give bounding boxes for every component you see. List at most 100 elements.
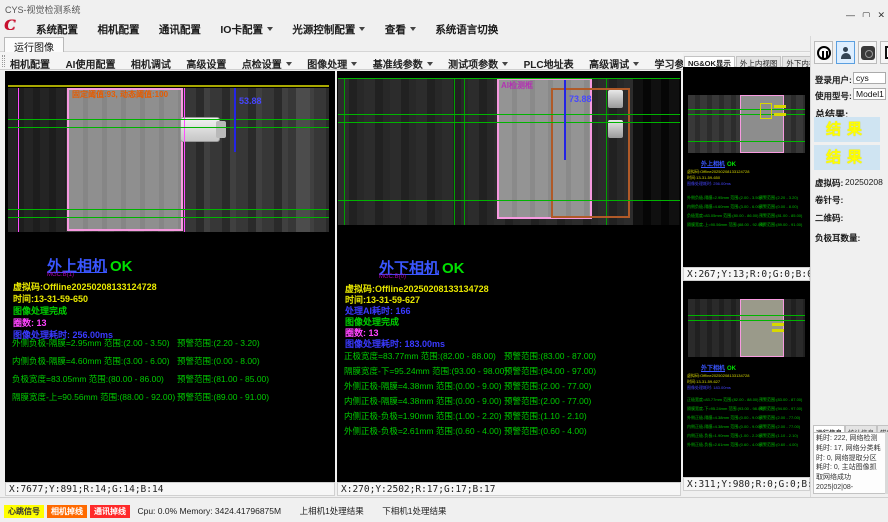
app-logo-icon: C: [4, 17, 15, 35]
menu-bar: C 系统配置 相机配置 通讯配置 IO卡配置 光源控制配置 查看 系统语言切换: [0, 17, 888, 36]
measure-row: 外侧正极-负极=2.61mm 范围:(0.60 - 4.00) 预警范围:(0.…: [344, 425, 679, 437]
comm-offline-badge: 通讯掉线: [90, 505, 130, 518]
mini-yellow-tag: [774, 105, 786, 108]
mini-green-line: [688, 315, 805, 316]
measure-row: 内侧正极-隔膜=4.38mm 范围:(0.00 - 9.00) 预警范围:(2.…: [344, 395, 679, 407]
image-dark-region: [633, 78, 680, 225]
tab-row: 运行图像: [0, 36, 810, 52]
camera-offline-badge: 相机掉线: [47, 505, 87, 518]
menu-io-config[interactable]: IO卡配置: [220, 22, 273, 37]
green-measure-line: [338, 78, 680, 79]
upper-camera-viewport[interactable]: 53.88 固定阈值:93, 动态阈值:100 外上相机OK MGC:B(1) …: [5, 71, 335, 482]
thumbnail-image: [688, 299, 805, 357]
mini-green-line: [688, 114, 805, 115]
green-measure-line: [8, 209, 329, 210]
mini-measure-row: 负极宽度=83.05mm 范围:(80.00 - 86.00) 预警范围:(81…: [687, 213, 808, 219]
mini-measure-row: 正极宽度=83.77mm 范围:(82.00 - 88.00) 预警范围:(83…: [687, 397, 808, 403]
tool-advanced-debug[interactable]: 高级调试: [589, 56, 639, 71]
pixel-coordinate-readout: X:7677;Y:891;R:14;G:14;B:14: [5, 482, 335, 496]
toolbar-grip[interactable]: [2, 55, 5, 67]
measure-row: 外侧负极-隔膜=2.95mm 范围:(2.00 - 3.50) 预警范围:(2.…: [12, 337, 333, 349]
warning-range: 预警范围:(81.00 - 85.00): [177, 373, 269, 385]
measure-row: 负极宽度=83.05mm 范围:(80.00 - 86.00) 预警范围:(81…: [12, 373, 333, 385]
warning-range: 预警范围:(0.60 - 4.00): [504, 425, 587, 437]
login-user-field[interactable]: cys: [853, 72, 886, 84]
thumbnail-tabs: NG&OK显示外上内视图外下内视图: [683, 53, 810, 67]
tool-test-params[interactable]: 测试项参数: [448, 56, 508, 71]
green-guide-line: [344, 78, 345, 225]
warning-range: 预警范围:(2.00 - 77.00): [504, 395, 591, 407]
mini-measure-row: 内侧正极-隔膜=4.38mm 范围:(0.00 - 9.00) 预警范围:(2.…: [687, 424, 808, 430]
pause-icon: [817, 46, 831, 60]
menu-comm-config[interactable]: 通讯配置: [159, 22, 201, 37]
green-measure-line: [338, 114, 680, 115]
mini-green-line: [688, 109, 805, 110]
qr-code-label: 二维码:: [815, 212, 843, 224]
menu-system-config[interactable]: 系统配置: [36, 22, 78, 37]
measure-row: 正极宽度=83.77mm 范围:(82.00 - 88.00) 预警范围:(83…: [344, 350, 679, 362]
connector-object: [180, 117, 220, 142]
blue-measure-line: [234, 88, 236, 152]
tool-ai-usage-config[interactable]: AI使用配置: [65, 56, 115, 71]
tool-spot-check[interactable]: 点检设置: [242, 56, 292, 71]
user-login-button[interactable]: [836, 41, 855, 64]
run-log-text[interactable]: 耗时: 222, 网络检测耗时: 17, 网络分类耗时: 0, 网络提取分区耗时…: [813, 432, 886, 494]
tool-camera-config[interactable]: 相机配置: [10, 56, 50, 71]
measure-value: 外侧正极-隔膜=4.38mm 范围:(0.00 - 9.00): [344, 381, 502, 391]
result-badge-lower: 结果: [814, 145, 880, 170]
measure-value: 内侧正极-隔膜=4.38mm 范围:(0.00 - 9.00): [344, 396, 502, 406]
lower-camera-viewport[interactable]: 73.88 AI检测框 外下相机OK MGC:B(0) 虚拟码:Offline2…: [337, 71, 681, 482]
mini-yellow-box: [760, 103, 772, 119]
warning-range: 预警范围:(2.20 - 3.20): [177, 337, 260, 349]
result-badge-upper: 结果: [814, 117, 880, 142]
mini-process-time: 图像处理耗时: 183.00ms: [687, 385, 731, 391]
warning-range: 预警范围:(2.00 - 77.00): [504, 380, 591, 392]
mini-yellow-tag: [772, 323, 784, 326]
upper-camera-image[interactable]: 53.88 固定阈值:93, 动态阈值:100: [8, 88, 329, 232]
measure-row: 外侧正极-隔膜=4.38mm 范围:(0.00 - 9.00) 预警范围:(2.…: [344, 380, 679, 392]
winding-needle-label: 卷针号:: [815, 194, 843, 206]
menu-light-config[interactable]: 光源控制配置: [292, 22, 365, 37]
camera-monitor-button[interactable]: [858, 41, 877, 64]
title-bar: CYS-视觉检测系统 — ▢ ✕: [0, 0, 888, 17]
model-field[interactable]: Model1: [853, 88, 886, 100]
camera-icon: [861, 46, 875, 60]
pause-button[interactable]: [814, 41, 833, 64]
menu-view[interactable]: 查看: [385, 22, 416, 37]
measure-value: 负极宽度=83.05mm 范围:(80.00 - 86.00): [12, 374, 164, 384]
pixel-coordinate-readout: X:270;Y:2502;R:17;G:17;B:17: [337, 482, 681, 496]
green-measure-line: [8, 119, 329, 120]
menu-camera-config[interactable]: 相机配置: [97, 22, 139, 37]
mini-measure-row: 隔膜宽度-下=95.24mm 范围:(93.00 - 98.00) 预警范围:(…: [687, 406, 808, 412]
tool-camera-debug[interactable]: 相机调试: [131, 56, 171, 71]
tool-baseline-params[interactable]: 基准线参数: [373, 56, 433, 71]
measure-row: 隔膜宽度-下=95.24mm 范围:(93.00 - 98.00) 预警范围:(…: [344, 365, 679, 377]
menu-language-switch[interactable]: 系统语言切换: [435, 22, 498, 37]
warning-range: 预警范围:(0.00 - 8.00): [177, 355, 260, 367]
mini-measure-row: 外侧正极-负极=2.61mm 范围:(0.60 - 4.00) 预警范围:(0.…: [687, 442, 808, 448]
threshold-label: 固定阈值:93, 动态阈值:100: [72, 89, 168, 100]
cpu-memory-text: Cpu: 0.0% Memory: 3424.41796875M: [137, 506, 281, 516]
tool-image-processing[interactable]: 图像处理: [307, 56, 357, 71]
lower-camera-image[interactable]: 73.88 AI检测框: [338, 78, 680, 225]
negative-tab-count-label: 负极耳数量:: [815, 232, 860, 244]
measure-value: 隔膜宽度-下=95.24mm 范围:(93.00 - 98.00): [344, 366, 507, 376]
status-bar: 心跳信号相机掉线通讯掉线 Cpu: 0.0% Memory: 3424.4179…: [0, 497, 888, 522]
image-dark-region: [8, 88, 66, 232]
measure-row: 内侧负极-隔膜=4.60mm 范围:(3.00 - 6.00) 预警范围:(0.…: [12, 355, 333, 367]
green-guide-line: [464, 78, 465, 225]
upper-camera-thumbnail[interactable]: 外上相机OK 虚拟码:Offline20250208133124728 时间:1…: [683, 67, 810, 267]
tool-plc-address[interactable]: PLC地址表: [524, 56, 574, 71]
measure-row: 隔膜宽度-上=90.56mm 范围:(88.00 - 92.00) 预警范围:(…: [12, 391, 333, 403]
thumbnail-image: [688, 95, 805, 153]
mgc-label: MGC:B(1): [47, 272, 74, 278]
mini-measure-row: 外侧正极-隔膜=4.38mm 范围:(0.00 - 9.00) 预警范围:(2.…: [687, 415, 808, 421]
lower-camera-thumbnail[interactable]: 外下相机OK 虚拟码:Offline20250208133134728 时间:1…: [683, 281, 810, 477]
yellow-guide-line: [8, 85, 329, 87]
heartbeat-status-badge: 心跳信号: [4, 505, 44, 518]
tool-advanced-settings[interactable]: 高级设置: [186, 56, 226, 71]
login-user-label: 登录用户:: [815, 74, 852, 86]
exit-button[interactable]: ›: [880, 41, 888, 64]
mini-roi-box: [740, 299, 784, 357]
green-measure-line: [8, 127, 329, 128]
